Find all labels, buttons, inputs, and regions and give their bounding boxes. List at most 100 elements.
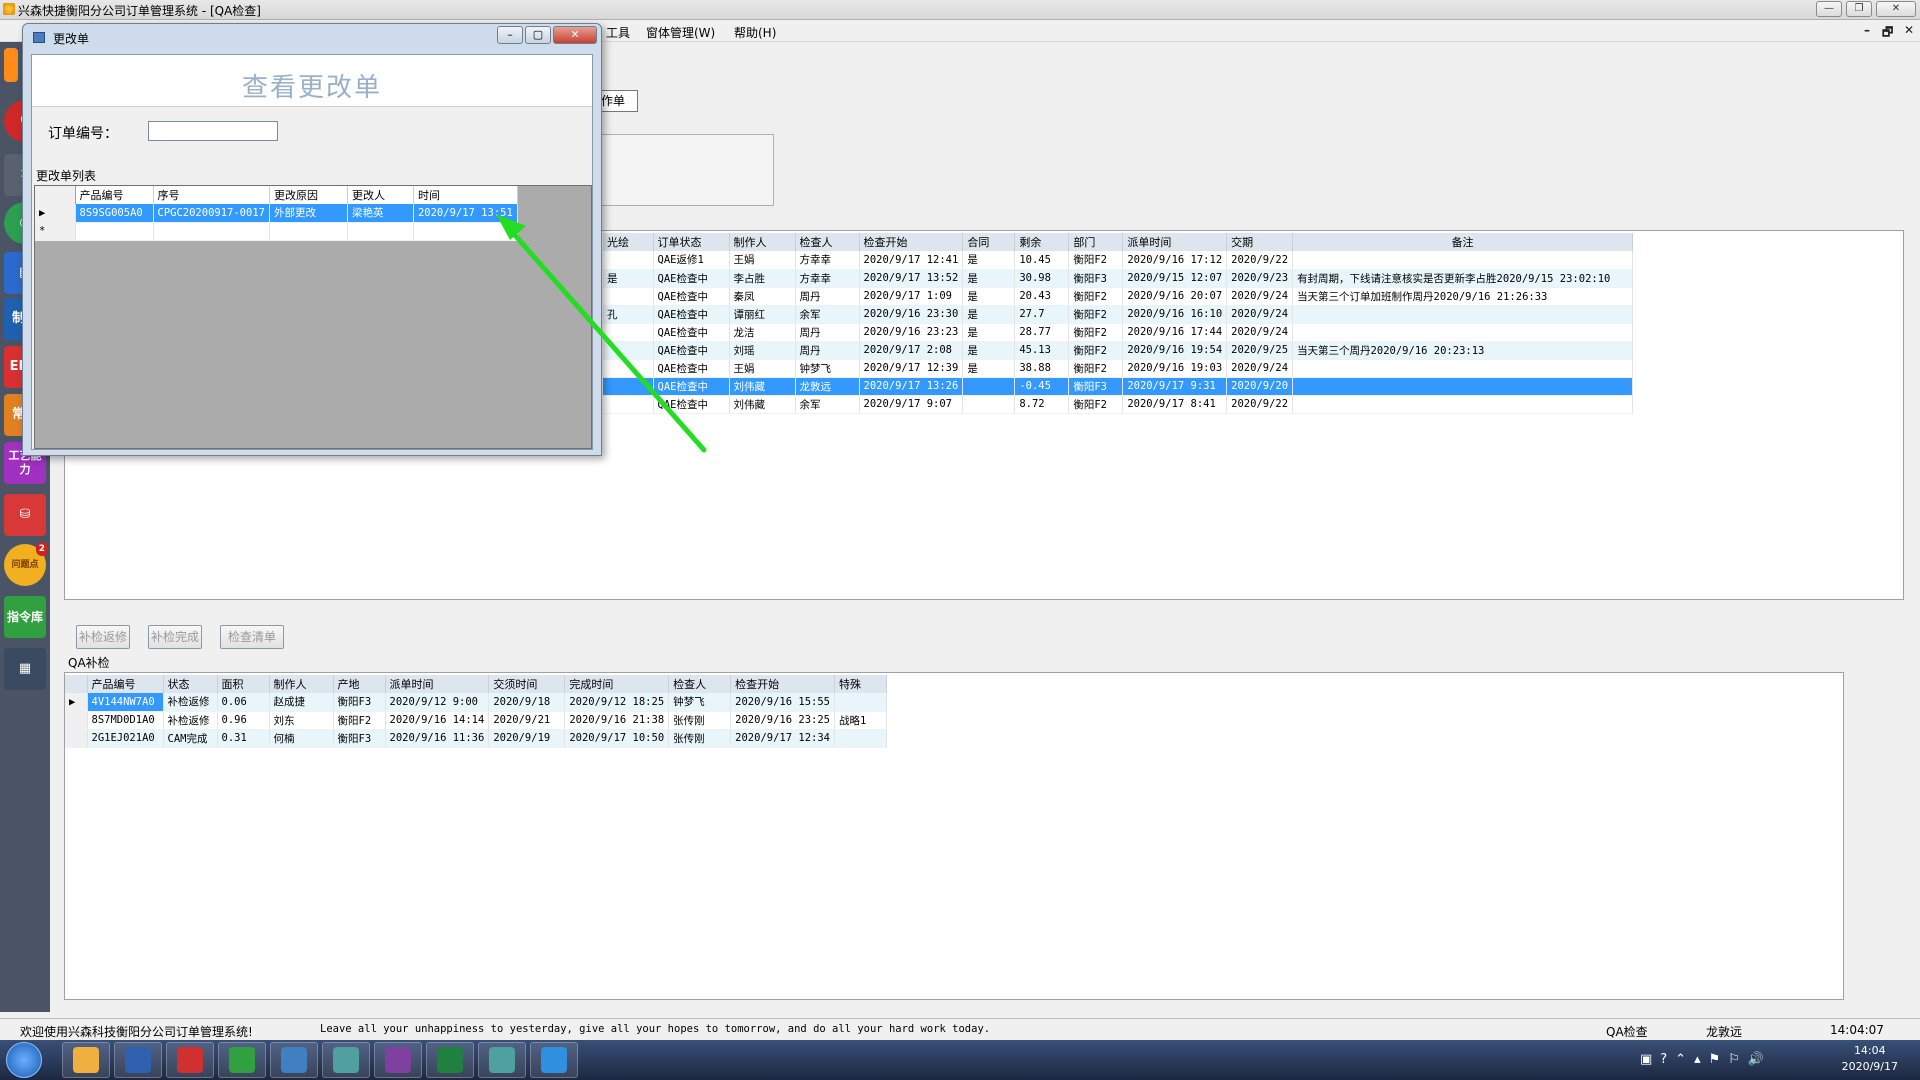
qa-cell-product-no[interactable]: 8S7MD0D1A0 bbox=[87, 711, 164, 730]
order-cell-remaining[interactable]: 20.43 bbox=[1014, 287, 1070, 306]
qa-cell-dispatch-time[interactable]: 2020/9/12 9:00 bbox=[385, 693, 490, 712]
qa-col-product-no[interactable]: 产品编号 bbox=[87, 675, 164, 693]
order-cell-check-start[interactable]: 2020/9/17 13:26 bbox=[859, 377, 964, 396]
order-cell-due-date[interactable]: 2020/9/22 bbox=[1226, 251, 1294, 270]
change-col-product-no[interactable]: 产品编号 bbox=[75, 186, 154, 204]
order-cell-contract[interactable]: 是 bbox=[962, 323, 1016, 342]
new-row-cell[interactable] bbox=[347, 222, 414, 241]
qa-cell-origin[interactable]: 衡阳F3 bbox=[333, 693, 386, 712]
change-col-changer[interactable]: 更改人 bbox=[347, 186, 414, 204]
taskbar-app-paint[interactable] bbox=[62, 1042, 110, 1078]
change-col-time[interactable]: 时间 bbox=[413, 186, 518, 204]
dialog-maximize-button[interactable]: ▢ bbox=[525, 26, 551, 44]
order-cell-due-date[interactable]: 2020/9/20 bbox=[1226, 377, 1294, 396]
database-icon[interactable]: ⛁ bbox=[4, 494, 46, 536]
order-cell-remarks[interactable]: 有封周期，下线请注意核实是否更新李占胜2020/9/15 23:02:10 bbox=[1292, 269, 1634, 288]
qa-cell-finish-time[interactable]: 2020/9/12 18:25 bbox=[564, 693, 670, 712]
qa-cell-area[interactable]: 0.06 bbox=[217, 693, 270, 712]
taskbar-app-notepad[interactable] bbox=[270, 1042, 318, 1078]
mdi-minimize-button[interactable]: – bbox=[1864, 23, 1870, 37]
order-row[interactable]: QAE检查中 王娟 钟梦飞 2020/9/17 12:39 是 38.88 衡阳F2 2020… bbox=[603, 359, 1634, 378]
qa-col-due-time[interactable]: 交须时间 bbox=[488, 675, 566, 693]
qa-col-origin[interactable]: 产地 bbox=[333, 675, 386, 693]
menu-tools[interactable]: 工具 bbox=[606, 24, 630, 41]
order-cell-remaining[interactable]: 10.45 bbox=[1014, 251, 1070, 270]
taskbar-app-eye[interactable] bbox=[322, 1042, 370, 1078]
order-cell-department[interactable]: 衡阳F2 bbox=[1068, 251, 1124, 270]
order-cell-contract[interactable] bbox=[962, 377, 1016, 396]
qa-col-check-start[interactable]: 检查开始 bbox=[730, 675, 835, 693]
col-check-start[interactable]: 检查开始 bbox=[859, 233, 964, 251]
order-cell-maker[interactable]: 刘伟藏 bbox=[729, 377, 796, 396]
order-cell-due-date[interactable]: 2020/9/24 bbox=[1226, 305, 1294, 324]
command-icon[interactable]: 指令库 bbox=[4, 596, 46, 638]
order-cell-due-date[interactable]: 2020/9/24 bbox=[1226, 359, 1294, 378]
order-cell-maker[interactable]: 王娟 bbox=[729, 251, 796, 270]
qa-cell-finish-time[interactable]: 2020/9/16 21:38 bbox=[564, 711, 670, 730]
order-row[interactable]: 孔 QAE检查中 谭丽红 余军 2020/9/16 23:30 是 27.7 衡阳F2 2020… bbox=[603, 305, 1634, 324]
order-cell-photo[interactable] bbox=[603, 395, 654, 414]
qa-row[interactable]: 2G1EJ021A0 CAM完成 0.31 何楠 衡阳F3 2020/9/16 11:36… bbox=[65, 729, 887, 748]
qa-cell-finish-time[interactable]: 2020/9/17 10:50 bbox=[564, 729, 670, 748]
order-cell-dispatch-time[interactable]: 2020/9/17 8:41 bbox=[1122, 395, 1228, 414]
qa-cell-check-start[interactable]: 2020/9/16 15:55 bbox=[730, 693, 835, 712]
change-cell-reason[interactable]: 外部更改 bbox=[269, 204, 348, 223]
order-cell-checker[interactable]: 龙敦远 bbox=[795, 377, 860, 396]
order-cell-photo[interactable] bbox=[603, 377, 654, 396]
menu-help[interactable]: 帮助(H) bbox=[734, 24, 776, 41]
minimize-button[interactable]: — bbox=[1816, 1, 1842, 17]
order-cell-department[interactable]: 衡阳F2 bbox=[1068, 395, 1124, 414]
order-cell-dispatch-time[interactable]: 2020/9/16 16:10 bbox=[1122, 305, 1228, 324]
taskbar-app-save[interactable] bbox=[114, 1042, 162, 1078]
col-checker[interactable]: 检查人 bbox=[795, 233, 860, 251]
taskbar-app-excel[interactable] bbox=[426, 1042, 474, 1078]
issue-icon[interactable]: 问题点 2 bbox=[4, 542, 48, 586]
order-cell-contract[interactable]: 是 bbox=[962, 341, 1016, 360]
order-cell-remaining[interactable]: 28.77 bbox=[1014, 323, 1070, 342]
order-cell-contract[interactable]: 是 bbox=[962, 305, 1016, 324]
qa-cell-area[interactable]: 0.31 bbox=[217, 729, 270, 748]
qa-cell-status[interactable]: 补检返修 bbox=[163, 693, 218, 712]
qa-cell-special[interactable] bbox=[834, 729, 887, 748]
change-cell-product-no[interactable]: 8S9SG005A0 bbox=[75, 204, 154, 223]
order-row[interactable]: QAE返修1 王娟 方幸幸 2020/9/17 12:41 是 10.45 衡阳F2 2020… bbox=[603, 251, 1634, 270]
order-cell-remarks[interactable]: 当天第三个周丹2020/9/16 20:23:13 bbox=[1292, 341, 1634, 360]
order-row[interactable]: QAE检查中 秦凤 周丹 2020/9/17 1:09 是 20.43 衡阳F2 2020/9… bbox=[603, 287, 1634, 306]
qa-cell-status[interactable]: CAM完成 bbox=[163, 729, 218, 748]
start-button[interactable] bbox=[6, 1042, 42, 1078]
order-cell-department[interactable]: 衡阳F2 bbox=[1068, 359, 1124, 378]
order-cell-photo[interactable] bbox=[603, 251, 654, 270]
order-cell-department[interactable]: 衡阳F3 bbox=[1068, 269, 1124, 288]
order-row[interactable]: QAE检查中 龙洁 周丹 2020/9/16 23:23 是 28.77 衡阳F2 2020/… bbox=[603, 323, 1634, 342]
taskbar-app-red-app[interactable] bbox=[166, 1042, 214, 1078]
order-cell-contract[interactable] bbox=[962, 395, 1016, 414]
col-maker[interactable]: 制作人 bbox=[729, 233, 796, 251]
new-row-cell[interactable] bbox=[75, 222, 154, 241]
order-cell-maker[interactable]: 谭丽红 bbox=[729, 305, 796, 324]
qa-cell-dispatch-time[interactable]: 2020/9/16 11:36 bbox=[385, 729, 490, 748]
mdi-close-button[interactable]: ✕ bbox=[1904, 23, 1914, 37]
order-cell-checker[interactable]: 方幸幸 bbox=[795, 269, 860, 288]
change-cell-seq[interactable]: CPGC20200917-0017 bbox=[153, 204, 270, 223]
order-cell-dispatch-time[interactable]: 2020/9/16 19:54 bbox=[1122, 341, 1228, 360]
order-row[interactable]: QAE检查中 刘伟藏 龙敦远 2020/9/17 13:26 -0.45 衡阳F3 2020… bbox=[603, 377, 1634, 396]
checklist-button[interactable]: 检查清单 bbox=[220, 625, 284, 649]
order-row[interactable]: 是 QAE检查中 李占胜 方幸幸 2020/9/17 13:52 是 30.98 衡阳F3 20… bbox=[603, 269, 1634, 288]
close-button[interactable]: ✕ bbox=[1876, 1, 1916, 17]
order-cell-dispatch-time[interactable]: 2020/9/16 20:07 bbox=[1122, 287, 1228, 306]
order-cell-department[interactable]: 衡阳F3 bbox=[1068, 377, 1124, 396]
order-cell-checker[interactable]: 周丹 bbox=[795, 287, 860, 306]
qa-cell-origin[interactable]: 衡阳F3 bbox=[333, 729, 386, 748]
order-cell-order-status[interactable]: QAE检查中 bbox=[653, 395, 730, 414]
order-cell-photo[interactable] bbox=[603, 341, 654, 360]
col-order-status[interactable]: 订单状态 bbox=[653, 233, 730, 251]
qa-cell-maker[interactable]: 何楠 bbox=[269, 729, 334, 748]
order-cell-contract[interactable]: 是 bbox=[962, 359, 1016, 378]
order-cell-maker[interactable]: 刘瑶 bbox=[729, 341, 796, 360]
qa-cell-status[interactable]: 补检返修 bbox=[163, 711, 218, 730]
qa-row[interactable]: ▶ 4V144NW7A0 补检返修 0.06 赵成捷 衡阳F3 2020/9/12 9:00… bbox=[65, 693, 887, 712]
order-cell-maker[interactable]: 李占胜 bbox=[729, 269, 796, 288]
order-cell-maker[interactable]: 王娟 bbox=[729, 359, 796, 378]
qa-cell-dispatch-time[interactable]: 2020/9/16 14:14 bbox=[385, 711, 490, 730]
window-title-bar[interactable]: 兴森快捷衡阳分公司订单管理系统 - [QA检查] — ❐ ✕ bbox=[0, 0, 1920, 20]
